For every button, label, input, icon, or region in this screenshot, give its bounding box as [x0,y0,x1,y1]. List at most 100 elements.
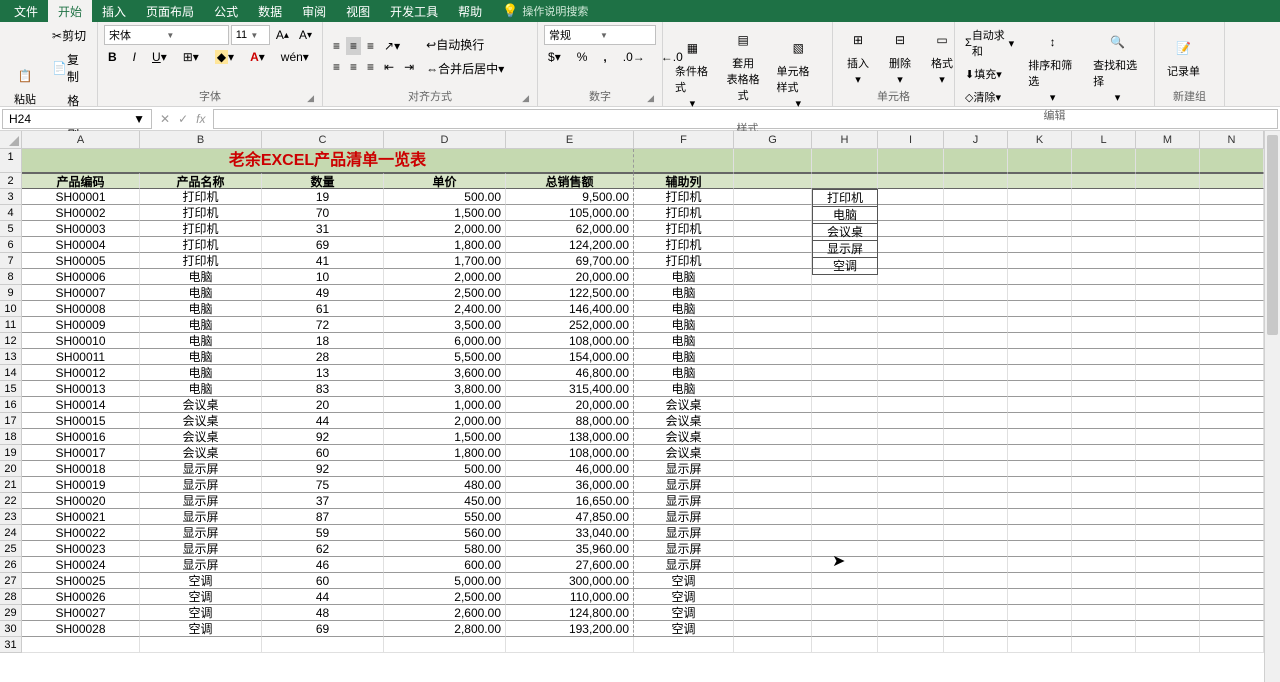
cell[interactable] [1136,637,1200,653]
cell[interactable]: 显示屏 [140,525,262,541]
cell[interactable] [812,557,878,573]
cell[interactable] [1200,573,1264,589]
menu-tab-插入[interactable]: 插入 [92,0,136,23]
cell[interactable] [812,285,878,301]
menu-tab-开发工具[interactable]: 开发工具 [380,0,448,23]
cell[interactable] [1008,149,1072,173]
cell[interactable]: SH00008 [22,301,140,317]
cell[interactable] [1008,621,1072,637]
menu-tab-开始[interactable]: 开始 [48,0,92,23]
cell[interactable]: SH00014 [22,397,140,413]
cell[interactable]: SH00007 [22,285,140,301]
cell[interactable]: 70 [262,205,384,221]
cell[interactable]: 550.00 [384,509,506,525]
cell[interactable]: 61 [262,301,384,317]
cell[interactable] [878,173,944,189]
cell[interactable] [1072,429,1136,445]
cell[interactable]: 电脑 [634,269,734,285]
cell[interactable] [734,349,812,365]
cell[interactable] [1072,173,1136,189]
row-header[interactable]: 11 [0,317,22,333]
cell[interactable] [1136,509,1200,525]
menu-tab-数据[interactable]: 数据 [248,0,292,23]
cell[interactable] [734,525,812,541]
cell[interactable]: 108,000.00 [506,333,634,349]
cell[interactable] [1136,189,1200,205]
col-header-A[interactable]: A [22,131,140,149]
cell[interactable]: 电脑 [140,285,262,301]
cell[interactable] [944,573,1008,589]
cell[interactable] [734,237,812,253]
cell[interactable] [1200,237,1264,253]
cell[interactable] [1072,509,1136,525]
cell[interactable] [734,637,812,653]
row-header[interactable]: 30 [0,621,22,637]
cell[interactable] [734,253,812,269]
row-header[interactable]: 10 [0,301,22,317]
cell[interactable] [1072,589,1136,605]
cell[interactable] [1136,445,1200,461]
cell[interactable]: 60 [262,573,384,589]
cell[interactable] [878,637,944,653]
cell[interactable] [1072,205,1136,221]
row-header[interactable]: 24 [0,525,22,541]
cell[interactable] [1008,365,1072,381]
cell[interactable] [812,317,878,333]
cell[interactable] [734,301,812,317]
percent-button[interactable]: % [573,48,592,66]
cell[interactable]: SH00025 [22,573,140,589]
cell[interactable]: 电脑 [140,365,262,381]
cell[interactable] [878,461,944,477]
cell[interactable] [878,237,944,253]
cell[interactable]: 1,500.00 [384,205,506,221]
cell[interactable]: 空调 [140,573,262,589]
cell[interactable]: 空调 [140,589,262,605]
cell[interactable] [1072,541,1136,557]
cell[interactable] [734,189,812,205]
cell[interactable]: 电脑 [634,317,734,333]
row-header[interactable]: 9 [0,285,22,301]
cell[interactable] [878,301,944,317]
cell[interactable] [944,381,1008,397]
cell[interactable] [1136,365,1200,381]
row-header[interactable]: 28 [0,589,22,605]
cell[interactable] [1008,541,1072,557]
cell[interactable]: 44 [262,413,384,429]
cell[interactable] [812,445,878,461]
currency-button[interactable]: $ ▾ [544,48,565,66]
cell[interactable] [1008,269,1072,285]
cell[interactable] [1072,477,1136,493]
cell[interactable]: 3,600.00 [384,365,506,381]
cell[interactable]: 显示屏 [140,477,262,493]
cell[interactable] [1200,349,1264,365]
cell[interactable]: SH00024 [22,557,140,573]
cell[interactable] [812,461,878,477]
row-header[interactable]: 25 [0,541,22,557]
cell[interactable]: 480.00 [384,477,506,493]
cell[interactable] [878,317,944,333]
cell[interactable]: 显示屏 [634,493,734,509]
cell[interactable] [878,445,944,461]
menu-tab-帮助[interactable]: 帮助 [448,0,492,23]
font-name-combo[interactable]: 宋体▼ [104,25,229,45]
cell[interactable] [1200,525,1264,541]
cell[interactable] [944,557,1008,573]
cell[interactable] [878,397,944,413]
border-button[interactable]: ⊞ ▾ [179,48,203,66]
cell[interactable] [734,573,812,589]
cell[interactable] [1072,317,1136,333]
cell[interactable]: 108,000.00 [506,445,634,461]
cell[interactable]: 电脑 [140,349,262,365]
cell[interactable] [734,445,812,461]
shrink-font-button[interactable]: A▾ [295,26,316,44]
cell[interactable]: 20,000.00 [506,269,634,285]
launcher-icon[interactable]: ◢ [647,93,654,104]
cell[interactable]: 显示屏 [140,557,262,573]
cell[interactable] [878,149,944,173]
cell[interactable] [1072,189,1136,205]
cell[interactable] [734,221,812,237]
paste-button[interactable]: 📋 粘贴 [6,61,44,109]
cell[interactable] [734,589,812,605]
cell[interactable]: SH00017 [22,445,140,461]
cell[interactable]: 315,400.00 [506,381,634,397]
